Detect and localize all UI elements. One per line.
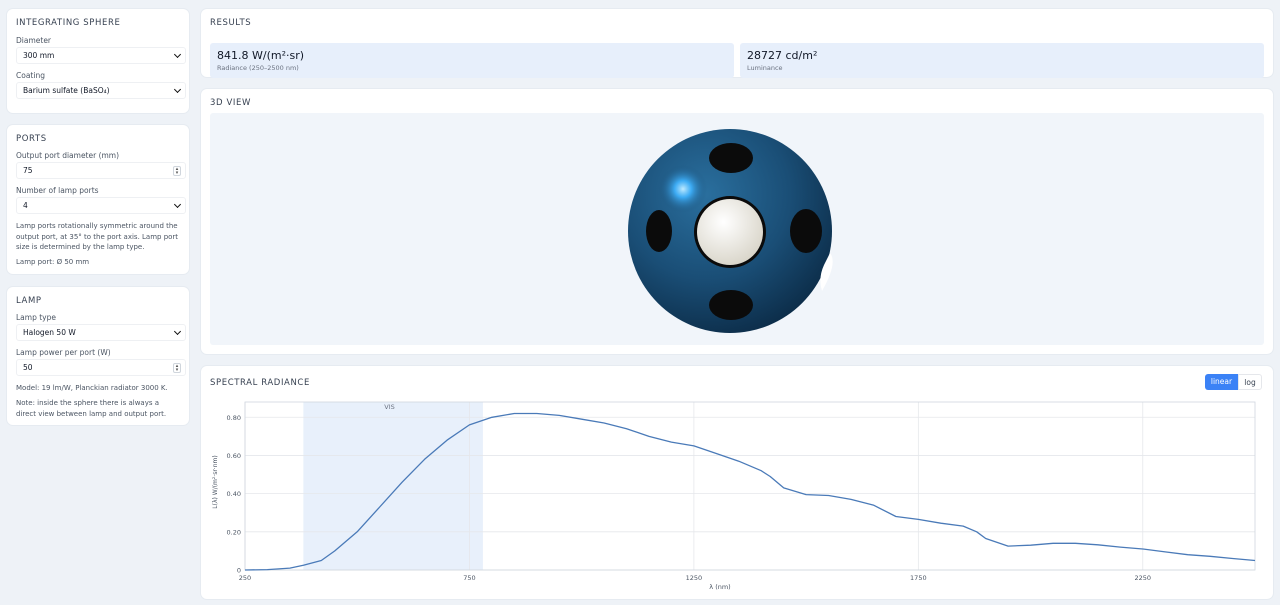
- y-axis-label: L(λ) W/(m²·sr·nm): [212, 455, 219, 508]
- lamp-port-top: [709, 143, 753, 173]
- coating-label: Coating: [16, 71, 45, 80]
- spectral-chart: VIS00.200.400.600.80250 750 1250 1750 2250λ …: [212, 401, 1256, 591]
- integrating-sphere-panel: INTEGRATING SPHERE Diameter 300 mm Coati…: [7, 9, 189, 113]
- output-port-label: Output port diameter (mm): [16, 151, 120, 160]
- radiance-label: Radiance (250–2500 nm): [217, 64, 299, 72]
- chevron-down-icon: [173, 85, 182, 94]
- lamp-type-select[interactable]: Halogen 50 W: [16, 324, 186, 341]
- chevron-down-icon: [173, 50, 182, 59]
- scale-linear-button[interactable]: linear: [1205, 374, 1238, 390]
- ports-note: Lamp ports rotationally symmetric around…: [16, 222, 179, 251]
- vis-band-label: VIS: [384, 403, 395, 411]
- chevron-down-icon: [173, 327, 182, 336]
- lamp-model-note: Model: 19 lm/W, Planckian radiator 3000 …: [16, 384, 168, 392]
- lamp-ports-label: Number of lamp ports: [16, 186, 99, 195]
- results-panel: RESULTS 841.8 W/(m²·sr) Radiance (250–25…: [201, 9, 1273, 78]
- lamp-ports-select[interactable]: 4: [16, 197, 186, 214]
- ports-panel: PORTS Output port diameter (mm) 75 ▴ ▾ Nu…: [7, 125, 189, 274]
- lamp-panel: LAMP Lamp type Halogen 50 W Lamp power p…: [7, 287, 189, 425]
- direct-view-note: Note: inside the sphere there is always …: [16, 399, 167, 418]
- coating-select[interactable]: Barium sulfate (BaSO₄): [16, 82, 186, 99]
- y-tick-label: 0.60: [227, 452, 241, 460]
- y-tick-label: 0.80: [227, 414, 241, 422]
- lamp-type-label: Lamp type: [16, 313, 56, 322]
- stepper-icon[interactable]: ▴ ▾: [173, 166, 181, 176]
- stepper-icon[interactable]: ▴ ▾: [173, 363, 181, 373]
- x-tick-label: 250: [239, 574, 251, 582]
- y-tick-label: 0.40: [227, 490, 241, 498]
- chevron-down-icon: [173, 200, 182, 209]
- lamp-port-bottom: [709, 290, 753, 320]
- output-port-interior: [697, 199, 763, 265]
- lamp-power-label: Lamp power per port (W): [16, 348, 111, 357]
- luminance-value: 28727 cd/m²: [747, 49, 818, 62]
- sphere-render[interactable]: [210, 113, 1264, 345]
- x-tick-label: 1250: [686, 574, 703, 582]
- lamp-power-value: 50: [23, 363, 33, 372]
- view3d-panel: 3D VIEW: [201, 89, 1273, 354]
- panel-title: RESULTS: [210, 18, 252, 28]
- luminance-box: 28727 cd/m² Luminance: [740, 43, 1264, 78]
- y-tick-label: 0.20: [227, 528, 241, 536]
- scale-log-button[interactable]: log: [1238, 374, 1262, 390]
- panel-title: PORTS: [16, 134, 47, 144]
- radiance-box: 841.8 W/(m²·sr) Radiance (250–2500 nm): [210, 43, 734, 78]
- x-tick-label: 750: [463, 574, 475, 582]
- x-tick-label: 1750: [910, 574, 927, 582]
- diameter-value: 300 mm: [23, 51, 55, 60]
- panel-title: 3D VIEW: [210, 98, 251, 108]
- panel-title: LAMP: [16, 296, 42, 306]
- luminance-label: Luminance: [747, 64, 783, 72]
- coating-value: Barium sulfate (BaSO₄): [23, 86, 110, 95]
- lamp-ports-value: 4: [23, 201, 28, 210]
- x-axis-label: λ (nm): [709, 583, 730, 591]
- panel-title: SPECTRAL RADIANCE: [210, 378, 310, 388]
- lamp-glow: [659, 165, 707, 213]
- radiance-value: 841.8 W/(m²·sr): [217, 49, 305, 62]
- x-tick-label: 2250: [1135, 574, 1152, 582]
- lamp-port-size: Lamp port: Ø 50 mm: [16, 258, 90, 266]
- panel-title: INTEGRATING SPHERE: [16, 18, 121, 28]
- output-port-value: 75: [23, 166, 33, 175]
- lamp-type-value: Halogen 50 W: [23, 328, 76, 337]
- lamp-port-left: [646, 210, 672, 252]
- vis-band: [303, 402, 483, 570]
- diameter-select[interactable]: 300 mm: [16, 47, 186, 64]
- output-port-input[interactable]: 75 ▴ ▾: [16, 162, 186, 179]
- 3d-canvas[interactable]: [210, 113, 1264, 345]
- lamp-port-right: [790, 209, 822, 253]
- diameter-label: Diameter: [16, 36, 52, 45]
- lamp-power-input[interactable]: 50 ▴ ▾: [16, 359, 186, 376]
